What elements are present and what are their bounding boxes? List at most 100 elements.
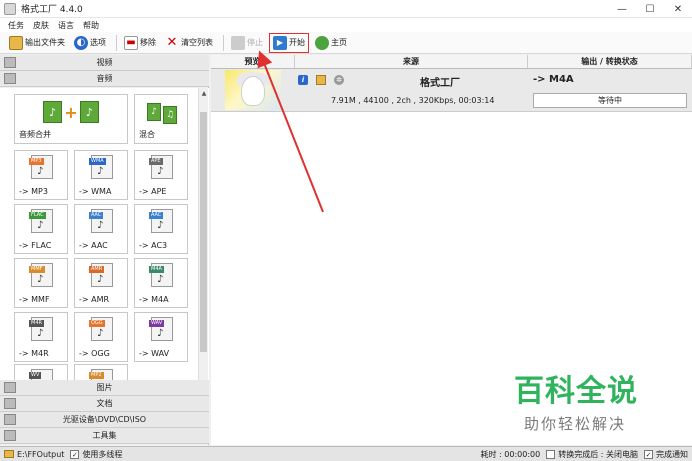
remove-button[interactable]: ▬ 移除 [121,34,159,52]
album-art-thumbnail [225,70,281,110]
toolbar-divider [116,34,117,51]
format-band: AAC [89,212,104,219]
audio-format-icon: WAV ♪ [149,317,173,341]
category-optical-label: 光驱设备\DVD\CD\ISO [62,415,147,424]
audio-format-icon: MP3 ♪ [29,155,53,179]
tile-label: -> WAV [139,349,170,358]
film-icon [4,57,16,68]
notify-checkbox[interactable]: ✓ [644,450,653,459]
menu-task[interactable]: 任务 [8,20,24,31]
format-tile-wav[interactable]: WAV ♪ -> WAV [134,312,188,362]
stop-icon [231,35,245,50]
format-tile-m4a[interactable]: M4A ♪ -> M4A [134,258,188,308]
format-tile-mmf[interactable]: MMF ♪ -> MMF [14,258,68,308]
audio-format-icon: M4R ♪ [29,317,53,341]
output-folder-button[interactable]: 输出文件夹 [6,34,68,52]
multithread-label: 使用多线程 [82,449,123,459]
toolbox-icon [4,430,16,441]
audio-merge-tile[interactable]: ♪ + ♪ 音频合并 [14,94,128,144]
audio-format-icon: WMA ♪ [89,155,113,179]
category-tools[interactable]: 工具集 [0,428,209,444]
remove-label: 移除 [140,38,156,47]
menu-language[interactable]: 语言 [58,20,74,31]
info-icon[interactable]: i [298,75,308,85]
audio-format-icon: AAC ♪ [89,209,113,233]
tile-label: -> OGG [79,349,110,358]
scroll-thumb[interactable] [200,112,207,352]
format-tile-mp3[interactable]: MP3 ♪ -> MP3 [14,150,68,200]
app-icon [4,2,16,15]
audio-format-icon: OGG ♪ [89,317,113,341]
category-video[interactable]: 视频 [0,55,209,71]
source-file-name: 格式工厂 [420,78,460,89]
format-tile-amr[interactable]: AMR ♪ -> AMR [74,258,128,308]
stop-button[interactable]: 停止 [228,34,266,52]
multithread-checkbox[interactable]: ✓ [70,449,80,459]
tile-label: -> AC3 [139,241,168,250]
format-band: M4A [149,266,164,273]
format-tile-flac[interactable]: FLAC ♪ -> FLAC [14,204,68,254]
title-bar: 格式工厂 4.4.0 — ☐ ✕ [0,0,692,18]
menu-help[interactable]: 帮助 [83,20,99,31]
menu-skin[interactable]: 皮肤 [33,20,49,31]
tile-label: 混合 [139,130,155,139]
output-path[interactable]: E:\FFOutput [17,450,64,459]
after-convert-checkbox[interactable] [546,450,556,459]
target-format: -> M4A [533,74,574,85]
format-band: OGG [89,320,105,327]
format-tile-ogg[interactable]: OGG ♪ -> OGG [74,312,128,362]
stop-label: 停止 [247,38,263,47]
gear-icon[interactable]: ✲ [334,75,344,85]
folder-icon[interactable] [4,450,14,458]
clear-list-button[interactable]: ✕ 清空列表 [162,34,216,52]
category-document[interactable]: 文档 [0,396,209,412]
disc-drive-icon [4,414,16,425]
start-label: 开始 [289,38,305,47]
column-header-source[interactable]: 来源 [295,55,528,69]
category-audio-label: 音频 [96,74,113,83]
audio-merge-icon: ♪ + ♪ [43,99,99,125]
minimize-button[interactable]: — [608,0,636,18]
clear-x-icon: ✕ [166,35,178,50]
tile-label: 音频合并 [19,130,51,139]
maximize-button[interactable]: ☐ [636,0,664,18]
music-note-icon: ♪ [157,328,164,339]
category-image[interactable]: 图片 [0,380,209,396]
music-note-icon: ♪ [97,274,104,285]
music-note-icon: ♪ [157,220,164,231]
format-tile-ape[interactable]: APE ♪ -> APE [134,150,188,200]
folder-icon [9,35,23,50]
audio-format-icon: MMF ♪ [29,263,53,287]
format-tile-ac3[interactable]: AAC ♪ -> AC3 [134,204,188,254]
watermark-sub: 助你轻松解决 [524,415,627,433]
row-action-icons: i ✲ [298,75,352,85]
close-button[interactable]: ✕ [664,0,692,18]
table-row[interactable]: i ✲ 格式工厂 7.91M , 44100 , 2ch , 320Kbps, … [211,69,692,112]
column-header-output-status[interactable]: 输出 / 转换状态 [528,55,692,69]
audio-mix-tile[interactable]: ♪ ♫ 混合 [134,94,188,144]
column-header-preview[interactable]: 预览 [211,55,295,69]
category-optical[interactable]: 光驱设备\DVD\CD\ISO [0,412,209,428]
home-button[interactable]: 主页 [312,34,350,52]
tile-label: -> MP3 [19,187,48,196]
remove-icon: ▬ [124,35,138,50]
start-button[interactable]: ▶ 开始 [269,32,309,53]
format-tile-aac[interactable]: AAC ♪ -> AAC [74,204,128,254]
format-band: WAV [149,320,165,327]
options-button[interactable]: ◐ 选项 [71,34,109,52]
category-audio[interactable]: 音频 [0,71,209,87]
format-tile-m4r[interactable]: M4R ♪ -> M4R [14,312,68,362]
format-band: APE [149,158,163,165]
output-folder-label: 输出文件夹 [25,38,65,47]
window-title: 格式工厂 4.4.0 [21,5,83,15]
music-note-icon: ♪ [37,274,44,285]
format-band: WMA [89,158,106,165]
music-note-icon: ♪ [37,328,44,339]
folder-icon[interactable] [316,75,326,85]
music-note-icon: ♪ [97,166,104,177]
audio-format-icon: APE ♪ [149,155,173,179]
scroll-up-icon[interactable]: ▲ [199,88,209,98]
tool-grid-scrollbar[interactable]: ▲ ▼ [198,88,208,399]
image-icon [4,382,16,393]
format-tile-wma[interactable]: WMA ♪ -> WMA [74,150,128,200]
